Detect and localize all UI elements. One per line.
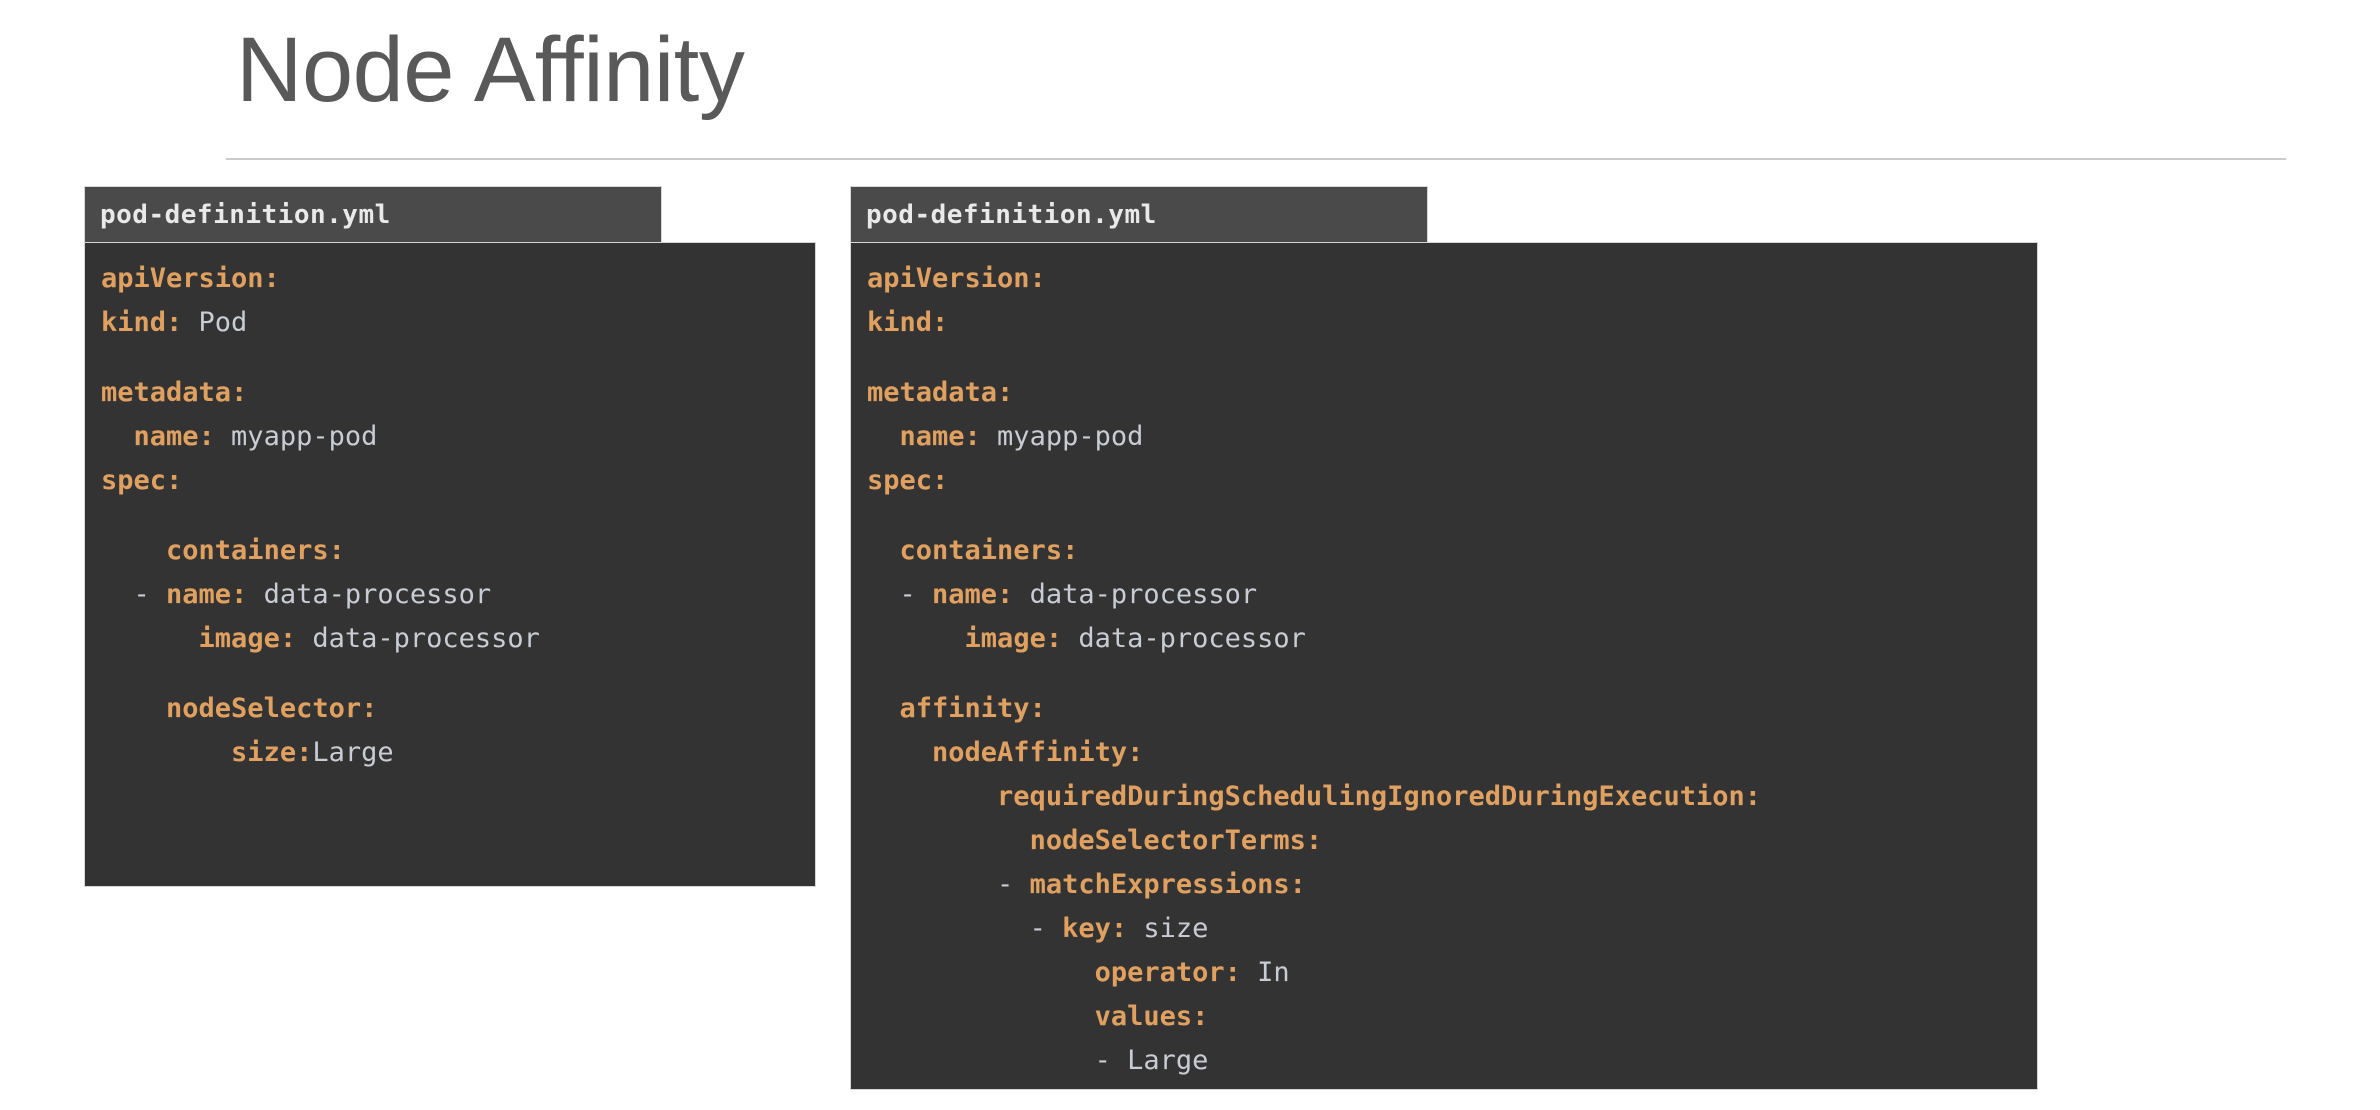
code-filename-label: pod-definition.yml (100, 199, 391, 230)
code-line: name: myapp-pod (133, 421, 378, 452)
code-line: apiVersion: (867, 263, 1046, 294)
code-filename-label: pod-definition.yml (866, 199, 1157, 230)
code-line: - Large (1094, 1045, 1209, 1076)
code-line: name: myapp-pod (899, 421, 1144, 452)
code-line: apiVersion: (101, 263, 280, 294)
title-underline-rule (226, 158, 2286, 160)
code-line: nodeSelectorTerms: (1029, 825, 1323, 856)
code-line: operator: In (1094, 957, 1290, 988)
code-line: - name: data-processor (133, 579, 492, 610)
code-line: - name: data-processor (899, 579, 1258, 610)
code-body: apiVersion: kind: metadata: name: myapp-p… (850, 242, 2038, 1090)
code-line: spec: (867, 465, 949, 496)
code-line: nodeAffinity: (932, 737, 1144, 768)
code-line: affinity: (899, 693, 1046, 724)
code-line: values: (1094, 1001, 1209, 1032)
code-line: spec: (101, 465, 183, 496)
page-title: Node Affinity (236, 19, 745, 121)
code-line: requiredDuringSchedulingIgnoredDuringExe… (997, 781, 1762, 812)
code-body: apiVersion: kind: Pod metadata: name: mya… (84, 242, 816, 887)
code-line: size:Large (231, 737, 394, 768)
code-line: kind: Pod (101, 307, 248, 338)
code-line: containers: (899, 535, 1079, 566)
code-lines: apiVersion: kind: metadata: name: myapp-p… (867, 257, 2037, 1083)
code-line: metadata: (101, 377, 248, 408)
code-line: containers: (166, 535, 345, 566)
code-line: image: data-processor (198, 623, 540, 654)
code-line: - matchExpressions: (997, 869, 1306, 900)
code-card-header: pod-definition.yml (850, 186, 1428, 242)
code-line: kind: (867, 307, 949, 338)
code-line: - key: size (1029, 913, 1209, 944)
code-line: metadata: (867, 377, 1014, 408)
code-line: image: data-processor (964, 623, 1306, 654)
code-card-header: pod-definition.yml (84, 186, 662, 242)
code-line: nodeSelector: (166, 693, 378, 724)
code-lines: apiVersion: kind: Pod metadata: name: mya… (101, 257, 815, 775)
